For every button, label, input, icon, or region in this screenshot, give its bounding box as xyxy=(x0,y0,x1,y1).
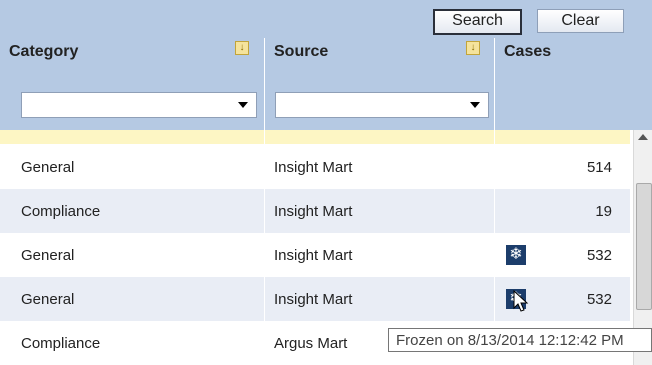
cases-cell: 532 xyxy=(586,247,612,264)
source-filter-dropdown[interactable] xyxy=(275,92,489,118)
column-title-source: Source xyxy=(274,43,329,60)
column-divider xyxy=(264,130,265,365)
category-cell: Compliance xyxy=(21,203,101,220)
highlighted-row xyxy=(0,130,630,144)
sort-down-icon[interactable]: ↓ xyxy=(235,41,249,55)
table-row[interactable]: General Insight Mart ❄ 532 xyxy=(0,233,630,277)
grid-header: Category ↓ Source ↓ Cases xyxy=(0,38,652,130)
table-row[interactable]: General Insight Mart ❄ 532 xyxy=(0,277,630,321)
chevron-down-icon xyxy=(238,102,248,108)
cases-cell: 19 xyxy=(595,203,612,220)
category-cell: General xyxy=(21,159,75,176)
category-cell: Compliance xyxy=(21,335,101,352)
snowflake-icon[interactable]: ❄ xyxy=(506,245,526,265)
frozen-tooltip: Frozen on 8/13/2014 12:12:42 PM xyxy=(388,328,652,352)
column-header-category[interactable]: Category ↓ xyxy=(0,38,265,130)
scroll-up-icon[interactable] xyxy=(638,134,648,140)
mouse-pointer-icon xyxy=(513,290,529,312)
column-title-cases: Cases xyxy=(504,43,552,60)
category-filter-dropdown[interactable] xyxy=(21,92,257,118)
source-cell: Insight Mart xyxy=(274,291,353,308)
source-cell: Insight Mart xyxy=(274,159,353,176)
sort-down-icon[interactable]: ↓ xyxy=(466,41,480,55)
cases-cell: 514 xyxy=(586,159,612,176)
search-button[interactable]: Search xyxy=(433,9,522,35)
toolbar: Search Clear xyxy=(0,0,652,39)
category-cell: General xyxy=(21,291,75,308)
chevron-down-icon xyxy=(470,102,480,108)
cases-cell: 532 xyxy=(586,291,612,308)
source-cell: Argus Mart xyxy=(274,335,348,352)
scrollbar-thumb[interactable] xyxy=(636,183,652,310)
column-title-category: Category xyxy=(9,43,79,60)
source-cell: Insight Mart xyxy=(274,247,353,264)
column-header-source[interactable]: Source ↓ xyxy=(265,38,495,130)
source-cell: Insight Mart xyxy=(274,203,353,220)
clear-button[interactable]: Clear xyxy=(537,9,624,33)
table-row[interactable]: Compliance Insight Mart 19 xyxy=(0,189,630,233)
column-header-cases[interactable]: Cases xyxy=(495,38,652,130)
table-row[interactable]: General Insight Mart 514 xyxy=(0,145,630,189)
category-cell: General xyxy=(21,247,75,264)
